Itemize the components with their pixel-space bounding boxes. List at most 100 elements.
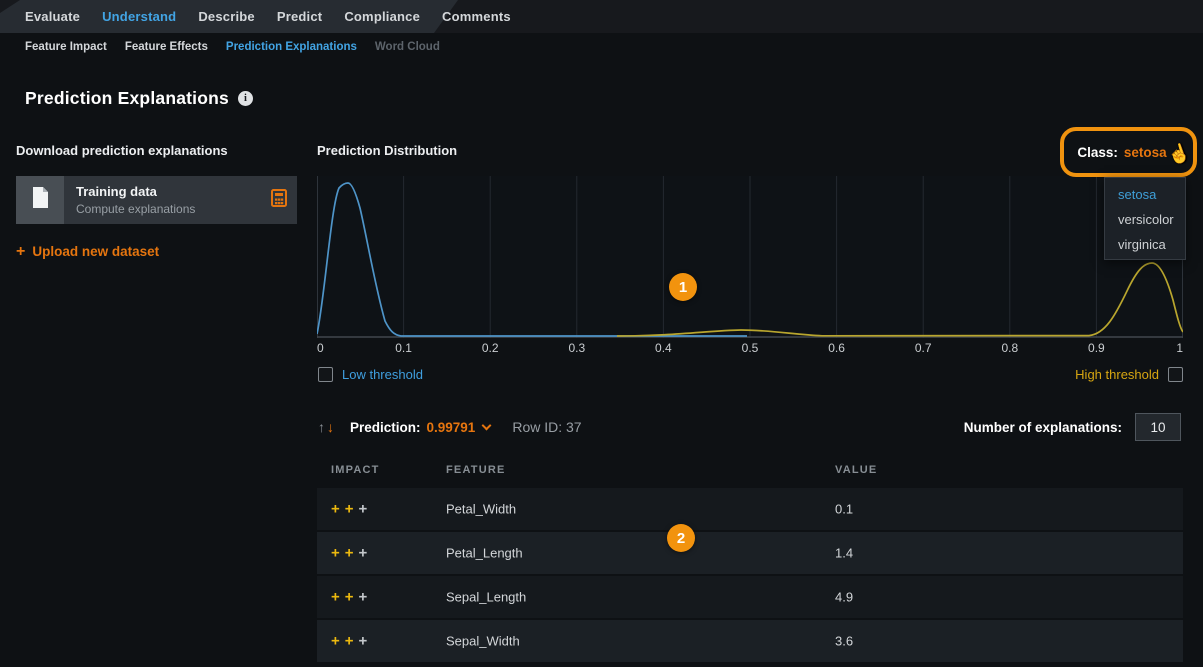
- plus-icon: +: [345, 501, 354, 518]
- x-tick: 0.3: [568, 341, 585, 355]
- subtab-feature-effects[interactable]: Feature Effects: [125, 41, 208, 53]
- value-cell: 4.9: [835, 590, 853, 605]
- plus-icon: +: [359, 545, 368, 562]
- prediction-explanations-page: Evaluate Understand Describe Predict Com…: [0, 0, 1203, 667]
- row-id-text: Row ID: 37: [512, 419, 581, 435]
- prediction-selector-bar: ↑ ↓ Prediction: 0.99791 Row ID: 37: [318, 412, 582, 442]
- prediction-distribution-chart[interactable]: [317, 176, 1183, 338]
- annotation-step-1-badge: 1: [669, 273, 697, 301]
- feature-cell: Sepal_Width: [446, 634, 520, 649]
- calculator-icon: [271, 189, 287, 212]
- prediction-label: Prediction:: [350, 420, 421, 435]
- density-curve-blue: [317, 183, 747, 336]
- table-row[interactable]: + + + Petal_Width 0.1: [317, 488, 1183, 530]
- document-icon: [32, 187, 49, 213]
- download-section-title: Download prediction explanations: [16, 143, 228, 158]
- density-curve-yellow: [617, 263, 1183, 336]
- page-title: Prediction Explanations: [25, 88, 229, 109]
- plus-icon: +: [331, 501, 340, 518]
- plus-icon: +: [345, 589, 354, 606]
- feature-cell: Sepal_Length: [446, 590, 526, 605]
- value-cell: 1.4: [835, 546, 853, 561]
- explanations-count-input[interactable]: [1135, 413, 1181, 441]
- info-icon[interactable]: i: [238, 91, 253, 106]
- value-cell: 3.6: [835, 634, 853, 649]
- subtab-prediction-explanations[interactable]: Prediction Explanations: [226, 41, 357, 53]
- x-tick: 0.5: [742, 341, 759, 355]
- upload-new-dataset-link[interactable]: + Upload new dataset: [16, 244, 159, 259]
- x-tick: 0.4: [655, 341, 672, 355]
- x-tick: 0.2: [482, 341, 499, 355]
- tab-evaluate[interactable]: Evaluate: [25, 9, 80, 24]
- tab-describe[interactable]: Describe: [198, 9, 255, 24]
- plus-icon: +: [359, 501, 368, 518]
- table-row[interactable]: + + + Sepal_Width 3.6: [317, 620, 1183, 662]
- tab-comments[interactable]: Comments: [442, 9, 511, 24]
- table-row[interactable]: + + + Petal_Length 1.4: [317, 532, 1183, 574]
- explanations-count-control: Number of explanations:: [964, 412, 1181, 442]
- x-tick: 0.7: [915, 341, 932, 355]
- dataset-action: Compute explanations: [76, 202, 271, 216]
- plus-icon: +: [331, 633, 340, 650]
- high-threshold-checkbox[interactable]: [1168, 367, 1183, 382]
- chevron-up-icon[interactable]: [1171, 149, 1181, 159]
- impact-cell: + + +: [331, 633, 367, 650]
- dataset-name: Training data: [76, 184, 271, 199]
- plus-icon: +: [331, 589, 340, 606]
- dataset-card-text: Training data Compute explanations: [64, 176, 271, 224]
- x-tick: 0.1: [395, 341, 412, 355]
- plus-icon: +: [16, 245, 25, 259]
- subtab-feature-impact[interactable]: Feature Impact: [25, 41, 107, 53]
- compute-icon-wrap[interactable]: [271, 189, 287, 212]
- distribution-plot: [317, 176, 1183, 338]
- chevron-down-icon[interactable]: [482, 421, 492, 431]
- x-tick: 1: [1176, 341, 1183, 355]
- page-title-row: Prediction Explanations i: [25, 88, 253, 109]
- impact-cell: + + +: [331, 501, 367, 518]
- x-tick: 0: [317, 341, 324, 355]
- file-icon-cell: [16, 176, 64, 224]
- dropdown-option-virginica[interactable]: virginica: [1105, 232, 1185, 257]
- low-threshold-control: Low threshold: [318, 367, 423, 382]
- class-selector-label: Class:: [1077, 145, 1118, 160]
- dropdown-option-setosa[interactable]: setosa: [1105, 182, 1185, 207]
- class-selector-value[interactable]: setosa: [1124, 145, 1167, 160]
- class-selector-highlight-ring[interactable]: Class: setosa: [1060, 127, 1197, 177]
- top-header-band: Evaluate Understand Describe Predict Com…: [0, 0, 1203, 33]
- class-dropdown-menu: setosa versicolor virginica: [1104, 177, 1186, 260]
- x-tick: 0.6: [828, 341, 845, 355]
- distribution-title: Prediction Distribution: [317, 143, 457, 158]
- plus-icon: +: [345, 545, 354, 562]
- impact-cell: + + +: [331, 589, 367, 606]
- plus-icon: +: [359, 589, 368, 606]
- x-axis-ticks: 0 0.1 0.2 0.3 0.4 0.5 0.6 0.7 0.8 0.9 1: [317, 341, 1183, 357]
- tab-predict[interactable]: Predict: [277, 9, 322, 24]
- plus-icon: +: [359, 633, 368, 650]
- tab-understand[interactable]: Understand: [102, 9, 176, 24]
- upload-new-dataset-label: Upload new dataset: [32, 244, 159, 259]
- column-header-impact: IMPACT: [331, 464, 380, 476]
- table-row[interactable]: + + + Sepal_Length 4.9: [317, 576, 1183, 618]
- sort-descending-icon[interactable]: ↓: [327, 419, 334, 435]
- annotation-step-2-badge: 2: [667, 524, 695, 552]
- impact-cell: + + +: [331, 545, 367, 562]
- sort-ascending-icon[interactable]: ↑: [318, 419, 325, 435]
- low-threshold-checkbox[interactable]: [318, 367, 333, 382]
- x-tick: 0.9: [1088, 341, 1105, 355]
- training-data-card[interactable]: Training data Compute explanations: [16, 176, 297, 224]
- plus-icon: +: [331, 545, 340, 562]
- subtab-word-cloud: Word Cloud: [375, 41, 440, 53]
- column-header-feature: FEATURE: [446, 464, 506, 476]
- sub-nav: Feature Impact Feature Effects Predictio…: [25, 33, 440, 60]
- plus-icon: +: [345, 633, 354, 650]
- prediction-value[interactable]: 0.99791: [427, 420, 476, 435]
- main-nav: Evaluate Understand Describe Predict Com…: [25, 0, 511, 33]
- column-header-value: VALUE: [835, 464, 877, 476]
- feature-cell: Petal_Length: [446, 546, 523, 561]
- tab-compliance[interactable]: Compliance: [344, 9, 420, 24]
- x-tick: 0.8: [1001, 341, 1018, 355]
- high-threshold-label: High threshold: [1075, 367, 1159, 382]
- dropdown-option-versicolor[interactable]: versicolor: [1105, 207, 1185, 232]
- value-cell: 0.1: [835, 502, 853, 517]
- feature-cell: Petal_Width: [446, 502, 516, 517]
